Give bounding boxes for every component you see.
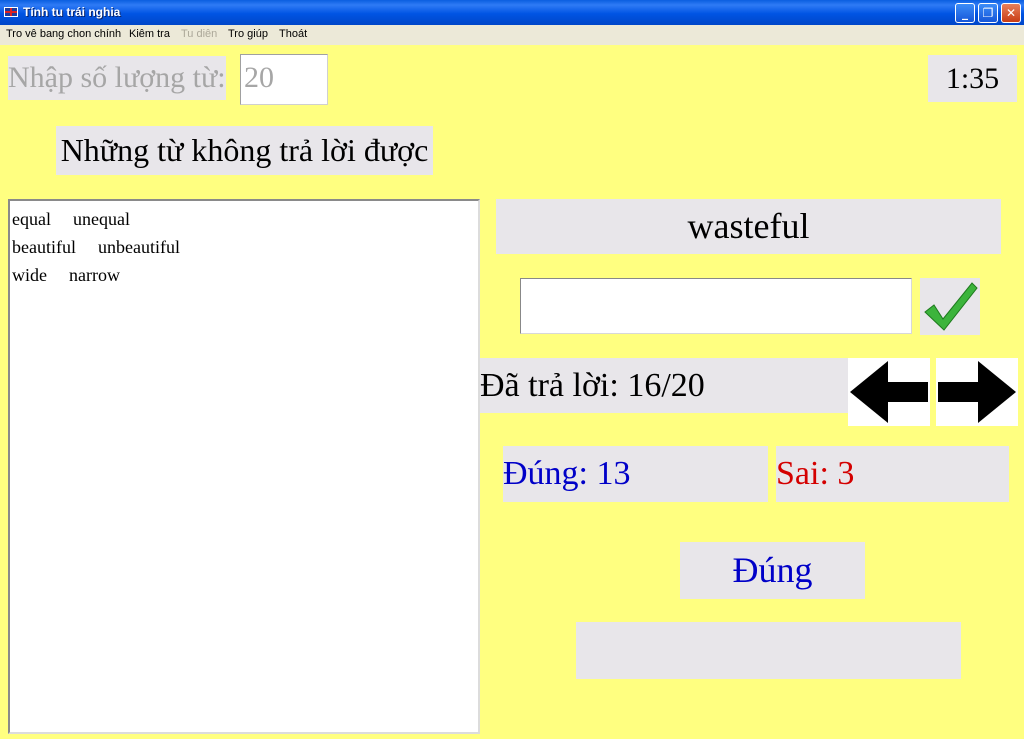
wrong-count: Sai: 3 (776, 446, 1009, 502)
close-icon: ✕ (1005, 6, 1017, 20)
list-word: equal (12, 209, 51, 229)
answer-input[interactable] (520, 278, 912, 334)
list-antonym: unequal (72, 209, 130, 229)
maximize-button[interactable]: ❐ (978, 3, 998, 23)
result-label: Đúng (680, 542, 865, 599)
checkmark-icon (924, 282, 978, 331)
current-word: wasteful (496, 199, 1001, 254)
menu-item-dictionary: Tu diên (181, 28, 218, 40)
timer: 1:35 (928, 55, 1017, 102)
message-box (576, 622, 961, 679)
menu-item-help[interactable]: Tro giúp (228, 28, 268, 40)
minimize-button[interactable]: _ (955, 3, 975, 23)
next-button[interactable] (936, 358, 1018, 426)
previous-button[interactable] (848, 358, 930, 426)
word-count-input[interactable]: 20 (240, 54, 328, 105)
list-word: beautiful (12, 237, 76, 257)
menu-item-back-to-main[interactable]: Tro vê bang chon chính (6, 28, 121, 40)
arrow-left-icon (850, 361, 928, 423)
word-count-label: Nhập số lượng từ: (8, 56, 226, 100)
answered-progress: Đã trả lời: 16/20 (480, 358, 848, 413)
window-title: Tính tu trái nghia (23, 5, 121, 19)
check-answer-button[interactable] (920, 278, 980, 335)
list-item: equal unequal (12, 205, 478, 233)
menu-item-test[interactable]: Kiêm tra (129, 28, 170, 40)
minimize-icon: _ (962, 6, 968, 20)
list-word: wide (12, 265, 47, 285)
menu-item-exit[interactable]: Thoát (279, 28, 307, 40)
unanswered-title: Những từ không trả lời được (56, 126, 433, 175)
list-item: beautiful unbeautiful (12, 233, 478, 261)
unanswered-list[interactable]: equal unequal beautiful unbeautiful wide na… (8, 199, 480, 734)
close-button[interactable]: ✕ (1001, 3, 1021, 23)
list-antonym: unbeautiful (97, 237, 180, 257)
uk-flag-icon (4, 7, 18, 17)
menu-bar: Tro vê bang chon chính Kiêm tra Tu diên … (0, 25, 1024, 45)
restore-icon: ❐ (982, 6, 994, 20)
list-antonym: narrow (69, 265, 120, 285)
correct-count: Đúng: 13 (503, 446, 768, 502)
arrow-right-icon (938, 361, 1016, 423)
list-item: wide narrow (12, 261, 478, 289)
title-bar: Tính tu trái nghia _ ❐ ✕ (0, 0, 1024, 25)
